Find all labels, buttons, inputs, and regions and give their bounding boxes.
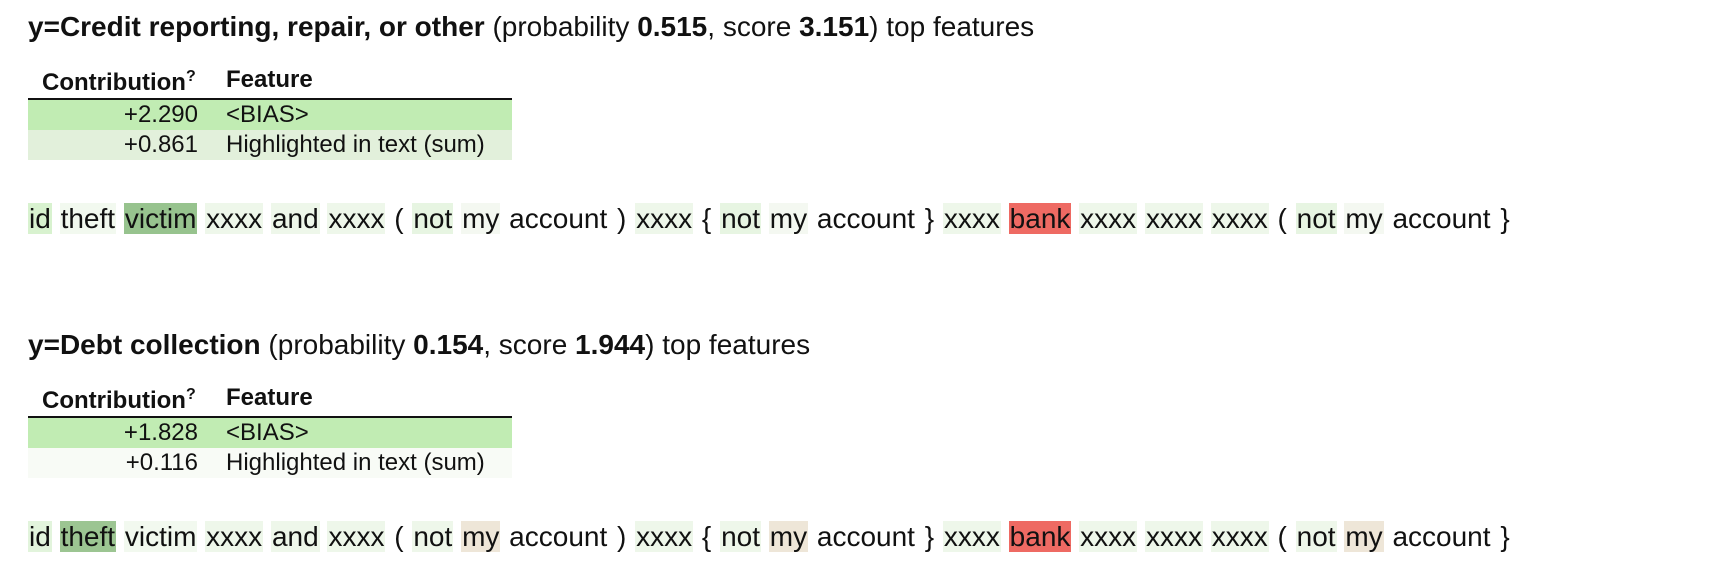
text-token[interactable]: xxxx xyxy=(327,203,386,234)
text-token[interactable]: ( xyxy=(1276,521,1288,552)
feature-cell: <BIAS> xyxy=(226,101,309,128)
text-token[interactable]: not xyxy=(412,203,454,234)
text-token[interactable]: ) xyxy=(616,203,628,234)
text-token[interactable]: } xyxy=(923,521,936,552)
contribution-header: Contribution? xyxy=(28,62,212,100)
text-token[interactable]: } xyxy=(1499,521,1511,552)
text-token[interactable]: ( xyxy=(1276,203,1288,234)
table-row: +0.116 Highlighted in text (sum) xyxy=(28,448,512,478)
probability-prefix: (probability xyxy=(260,329,414,360)
feature-cell: Highlighted in text (sum) xyxy=(226,131,485,158)
help-icon[interactable]: ? xyxy=(186,386,196,403)
highlighted-text: id theft victim xxxx and xxxx ( not my a… xyxy=(28,200,1511,238)
feature-cell: <BIAS> xyxy=(226,419,309,446)
explanation-block-credit-reporting: y=Credit reporting, repair, or other (pr… xyxy=(28,8,1511,238)
text-token[interactable]: not xyxy=(412,521,454,552)
text-token[interactable]: account xyxy=(508,203,609,234)
text-token[interactable]: not xyxy=(720,521,761,552)
explanation-block-debt-collection: y=Debt collection (probability 0.154, sc… xyxy=(28,326,1511,556)
text-token[interactable]: account xyxy=(508,521,609,552)
text-token[interactable]: xxxx xyxy=(942,203,1001,234)
text-token[interactable]: not xyxy=(720,203,761,234)
text-token[interactable]: id xyxy=(28,203,52,234)
text-token[interactable]: } xyxy=(923,203,936,234)
contribution-cell: +0.861 xyxy=(123,131,198,158)
contribution-cell: +0.116 xyxy=(125,449,198,476)
score-value: 1.944 xyxy=(575,329,646,360)
text-token[interactable]: bank xyxy=(1008,203,1072,234)
text-token[interactable]: { xyxy=(700,203,713,234)
heading-suffix: ) top features xyxy=(645,329,811,360)
target-label: y=Credit reporting, repair, or other xyxy=(28,11,485,42)
text-token[interactable]: xxxx xyxy=(635,203,694,234)
text-token[interactable]: xxxx xyxy=(1210,521,1269,552)
text-token[interactable]: not xyxy=(1295,521,1337,552)
text-token[interactable]: and xyxy=(270,203,320,234)
text-token[interactable]: theft xyxy=(59,203,117,234)
text-token[interactable]: ) xyxy=(616,521,628,552)
text-token[interactable]: account xyxy=(815,521,916,552)
text-token[interactable]: my xyxy=(1344,203,1384,234)
text-token[interactable]: bank xyxy=(1008,521,1072,552)
probability-prefix: (probability xyxy=(484,11,638,42)
text-token[interactable]: } xyxy=(1499,203,1511,234)
text-token[interactable]: { xyxy=(700,521,713,552)
feature-header: Feature xyxy=(212,380,512,418)
score-value: 3.151 xyxy=(799,11,870,42)
text-token[interactable]: xxxx xyxy=(1144,203,1203,234)
explanation-heading: y=Debt collection (probability 0.154, sc… xyxy=(28,326,1511,364)
text-token[interactable]: not xyxy=(1295,203,1337,234)
text-token[interactable]: and xyxy=(270,521,320,552)
text-token[interactable]: account xyxy=(815,203,916,234)
highlighted-text: id theft victim xxxx and xxxx ( not my a… xyxy=(28,518,1511,556)
text-token[interactable]: account xyxy=(1391,521,1492,552)
text-token[interactable]: xxxx xyxy=(1079,521,1138,552)
score-prefix: , score xyxy=(707,11,800,42)
contribution-cell: +1.828 xyxy=(123,419,198,446)
text-token[interactable]: xxxx xyxy=(1144,521,1203,552)
help-icon[interactable]: ? xyxy=(186,68,196,85)
explanation-page: y=Credit reporting, repair, or other (pr… xyxy=(0,0,1725,561)
text-token[interactable]: xxxx xyxy=(205,203,264,234)
text-token[interactable]: xxxx xyxy=(1079,203,1138,234)
feature-cell: Highlighted in text (sum) xyxy=(226,449,485,476)
text-token[interactable]: my xyxy=(768,203,809,234)
text-token[interactable]: xxxx xyxy=(635,521,694,552)
table-row: +0.861 Highlighted in text (sum) xyxy=(28,130,512,160)
text-token[interactable]: victim xyxy=(123,521,198,552)
text-token[interactable]: ( xyxy=(393,521,405,552)
probability-value: 0.515 xyxy=(637,11,708,42)
text-token[interactable]: my xyxy=(768,521,809,552)
table-row: +2.290 <BIAS> xyxy=(28,99,512,130)
contribution-cell: +2.290 xyxy=(123,101,198,128)
text-token[interactable]: my xyxy=(461,203,501,234)
probability-value: 0.154 xyxy=(413,329,484,360)
text-token[interactable]: my xyxy=(1344,521,1384,552)
table-header-row: Contribution? Feature xyxy=(28,380,512,418)
contribution-header: Contribution? xyxy=(28,380,212,418)
text-token[interactable]: my xyxy=(461,521,501,552)
text-token[interactable]: theft xyxy=(59,521,117,552)
feature-header: Feature xyxy=(212,62,512,100)
explanation-heading: y=Credit reporting, repair, or other (pr… xyxy=(28,8,1511,46)
text-token[interactable]: xxxx xyxy=(327,521,386,552)
text-token[interactable]: ( xyxy=(393,203,405,234)
score-prefix: , score xyxy=(483,329,576,360)
text-token[interactable]: account xyxy=(1391,203,1492,234)
text-token[interactable]: id xyxy=(28,521,52,552)
target-label: y=Debt collection xyxy=(28,329,261,360)
text-token[interactable]: xxxx xyxy=(205,521,264,552)
heading-suffix: ) top features xyxy=(869,11,1035,42)
feature-weights-table: Contribution? Feature +1.828 <BIAS> +0.1… xyxy=(28,380,512,478)
table-row: +1.828 <BIAS> xyxy=(28,417,512,448)
feature-weights-table: Contribution? Feature +2.290 <BIAS> +0.8… xyxy=(28,62,512,160)
text-token[interactable]: xxxx xyxy=(942,521,1001,552)
text-token[interactable]: victim xyxy=(123,203,198,234)
text-token[interactable]: xxxx xyxy=(1210,203,1269,234)
table-header-row: Contribution? Feature xyxy=(28,62,512,100)
